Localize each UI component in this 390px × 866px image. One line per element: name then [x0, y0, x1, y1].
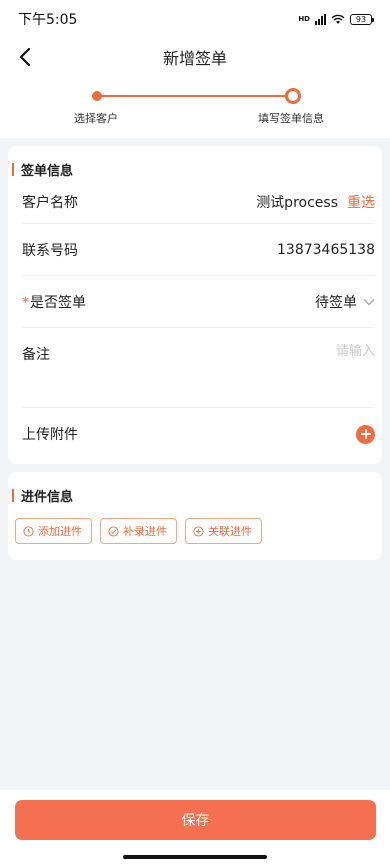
- customer-name-label: 客户名称: [22, 194, 78, 211]
- is-signed-label: 是否签单: [30, 294, 86, 311]
- status-icons: HD 93: [298, 13, 374, 25]
- network-label: HD: [298, 15, 310, 23]
- clock-icon: [23, 525, 34, 537]
- progress-info-section-title: 进件信息: [8, 484, 382, 506]
- wifi-icon: [331, 14, 345, 24]
- supplement-progress-button[interactable]: 补录进件: [100, 518, 177, 544]
- upload-label: 上传附件: [22, 427, 78, 443]
- section-accent-bar: [12, 162, 14, 176]
- phone-label: 联系号码: [22, 242, 78, 259]
- is-signed-value: 待签单: [315, 294, 357, 311]
- reselect-button[interactable]: 重选: [347, 192, 375, 212]
- page-title: 新增签单: [162, 49, 227, 68]
- status-time: 下午5:05: [18, 12, 78, 28]
- upload-row: 上传附件: [22, 408, 375, 460]
- save-button[interactable]: 保存: [15, 800, 376, 840]
- phone-row: 联系号码 13873465138: [22, 224, 375, 276]
- progress-info-title: 进件信息: [21, 489, 74, 505]
- sign-info-card: 签单信息 客户名称 测试process 重选 联系号码 13873465138 …: [8, 146, 382, 464]
- section-accent-bar: [12, 488, 14, 502]
- customer-name-row: 客户名称 测试process 重选: [22, 180, 375, 224]
- chevron-down-icon: [363, 298, 375, 305]
- link-progress-button[interactable]: 关联进件: [185, 518, 262, 544]
- step-indicator: 选择客户 填写签单信息: [0, 76, 390, 134]
- back-arrow-icon[interactable]: [14, 45, 38, 69]
- supplement-progress-label: 补录进件: [123, 525, 167, 538]
- plus-circle-icon: [193, 525, 204, 537]
- step-1-label: 选择客户: [74, 112, 118, 125]
- step-progress-line: [97, 95, 293, 97]
- step-2-label: 填写签单信息: [258, 112, 324, 125]
- remark-label: 备注: [22, 347, 50, 363]
- progress-button-row: 添加进件 补录进件 关联进件: [8, 506, 382, 544]
- phone-value: 13873465138: [277, 241, 375, 258]
- customer-name-value: 测试process: [256, 194, 338, 211]
- status-bar: 下午5:05 HD 93: [0, 0, 390, 38]
- add-progress-button[interactable]: 添加进件: [15, 518, 92, 544]
- sign-info-title: 签单信息: [21, 163, 74, 179]
- progress-info-card: 进件信息 添加进件 补录进件 关联进件: [8, 472, 382, 560]
- check-circle-icon: [108, 525, 119, 537]
- required-mark: *: [22, 294, 29, 311]
- sign-info-section-title: 签单信息: [8, 158, 382, 180]
- step-1-dot: [92, 91, 102, 101]
- battery-icon: 93: [350, 13, 374, 25]
- add-progress-label: 添加进件: [38, 525, 82, 538]
- is-signed-row[interactable]: *是否签单 待签单: [22, 276, 375, 328]
- is-signed-select[interactable]: 待签单: [315, 292, 375, 312]
- header-area: 下午5:05 HD 93 新增签单 选择客户 填写签单信息: [0, 0, 390, 138]
- link-progress-label: 关联进件: [208, 525, 252, 538]
- nav-bar: 新增签单: [0, 38, 390, 76]
- remark-row: 备注: [22, 328, 375, 408]
- step-2-dot: [285, 88, 301, 104]
- add-attachment-icon[interactable]: [356, 424, 375, 444]
- home-indicator: [123, 855, 267, 859]
- signal-icon: [315, 13, 326, 25]
- remark-input[interactable]: [225, 344, 375, 359]
- bottom-bar: 保存: [0, 790, 390, 866]
